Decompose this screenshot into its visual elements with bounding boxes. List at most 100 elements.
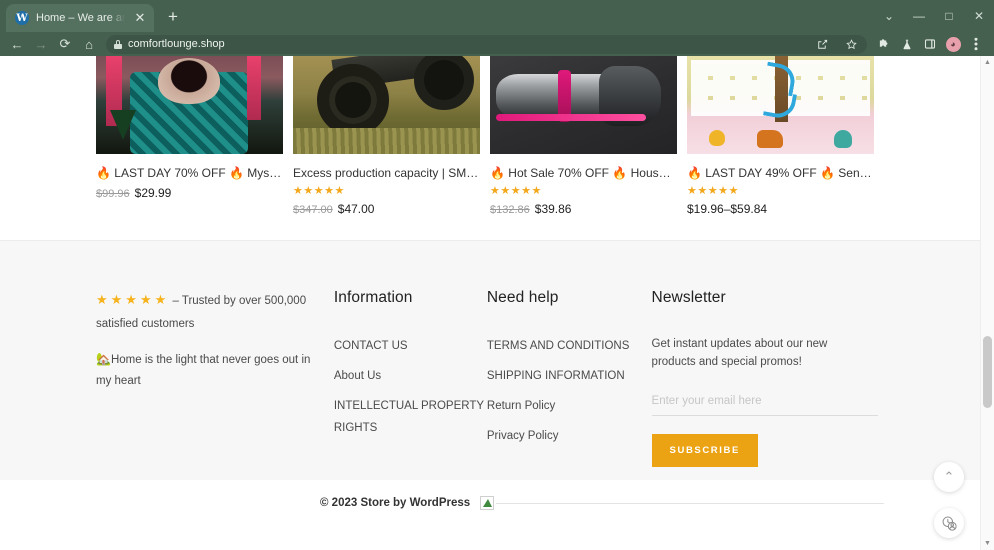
product-image[interactable] <box>96 56 283 154</box>
new-tab-button[interactable]: + <box>160 4 186 30</box>
product-title-text: Excess production capacity | SMAR… <box>293 166 480 180</box>
avatar[interactable]: ◕ <box>943 34 963 54</box>
product-title-text: Hot Sale 70% OFF 🔥 Household… <box>508 166 677 180</box>
recently-viewed-button[interactable] <box>934 508 964 538</box>
avatar-initial: ◕ <box>945 36 961 52</box>
product-card[interactable]: 🔥 Hot Sale 70% OFF 🔥 Household… ★★★★★ $1… <box>490 56 687 218</box>
price-sale: $47.00 <box>337 202 375 216</box>
price-range: $19.96–$59.84 <box>687 202 768 216</box>
share-icon[interactable] <box>812 34 832 54</box>
close-window-icon[interactable]: ✕ <box>964 0 994 32</box>
product-price: $19.96–$59.84 <box>687 202 874 217</box>
newsletter-description: Get instant updates about our new produc… <box>651 338 828 368</box>
forward-icon[interactable]: → <box>30 33 52 55</box>
wordpress-icon: W <box>15 11 29 25</box>
scrollbar-thumb[interactable] <box>983 336 992 408</box>
recently-viewed-icon <box>942 516 957 531</box>
house-icon: 🏡 <box>96 352 111 366</box>
flame-icon: 🔥 <box>96 166 111 180</box>
close-icon[interactable]: ✕ <box>132 10 148 26</box>
three-dot-menu-icon[interactable] <box>966 34 986 54</box>
address-bar[interactable]: comfortlounge.shop <box>106 34 867 54</box>
extensions-puzzle-icon[interactable] <box>874 34 894 54</box>
product-title[interactable]: 🔥 Hot Sale 70% OFF 🔥 Household… <box>490 166 677 181</box>
rating-stars: ★★★★★ <box>687 185 739 197</box>
footer-link-privacy-policy[interactable]: Privacy Policy <box>487 425 640 447</box>
flame-icon: 🔥 <box>490 166 505 180</box>
price-sale: $29.99 <box>134 186 172 200</box>
footer-link-return-policy[interactable]: Return Policy <box>487 395 640 417</box>
chevron-up-icon: ⌃ <box>943 469 955 484</box>
back-icon[interactable]: ← <box>6 33 28 55</box>
price-original: $132.86 <box>490 204 530 216</box>
product-price: $132.86 $39.86 <box>490 202 677 218</box>
window-controls: ⌄ — □ ✕ <box>874 0 994 32</box>
browser-window: W Home – We are an online retail ✕ + ⌄ —… <box>0 0 994 550</box>
product-title-text: LAST DAY 70% OFF 🔥 Mystery … <box>114 166 283 180</box>
browser-tab[interactable]: W Home – We are an online retail ✕ <box>6 4 154 32</box>
scroll-to-top-button[interactable]: ⌃ <box>934 462 964 492</box>
footer-link-intellectual-property-2[interactable]: RIGHTS <box>334 417 487 439</box>
newsletter-heading: Newsletter <box>651 289 726 306</box>
footer-link-intellectual-property[interactable]: INTELLECTUAL PROPERTY <box>334 395 487 417</box>
product-image[interactable] <box>687 56 874 154</box>
subscribe-button[interactable]: SUBSCRIBE <box>651 434 758 467</box>
page-viewport: 🔥 LAST DAY 70% OFF 🔥 Mystery … $99.96 $29… <box>0 56 994 550</box>
browser-toolbar: ← → ⟳ ⌂ comfortlounge.shop ◕ <box>0 32 994 56</box>
price-sale: $39.86 <box>534 202 572 216</box>
rating-stars: ★★★★★ <box>490 185 542 197</box>
product-title[interactable]: 🔥 LAST DAY 70% OFF 🔥 Mystery … <box>96 166 283 181</box>
star-icon[interactable] <box>841 34 861 54</box>
product-image[interactable] <box>490 56 677 154</box>
page-scrollbar[interactable]: ▲ ▼ <box>980 56 994 550</box>
rating-stars: ★★★★★ <box>293 185 345 197</box>
brand-tagline: 🏡Home is the light that never goes out i… <box>96 349 316 392</box>
minimize-icon[interactable]: — <box>904 0 934 32</box>
trust-line: ★★★★★ – Trusted by over 500,000 <box>96 289 316 312</box>
brand-tagline-text: Home is the light that never goes out in… <box>96 354 311 387</box>
footer-need-help-column: Need help TERMS AND CONDITIONS SHIPPING … <box>487 289 640 467</box>
flame-icon: 🔥 <box>687 166 702 180</box>
footer-link-terms[interactable]: TERMS AND CONDITIONS <box>487 335 640 357</box>
product-title[interactable]: 🔥 LAST DAY 49% OFF 🔥 Sensory … <box>687 166 874 181</box>
beaker-icon[interactable] <box>897 34 917 54</box>
product-image[interactable] <box>293 56 480 154</box>
product-price: $347.00 $47.00 <box>293 202 480 218</box>
site-footer: ★★★★★ – Trusted by over 500,000 satisfie… <box>0 240 980 480</box>
trust-text: – Trusted by over 500,000 <box>169 295 307 307</box>
product-price: $99.96 $29.99 <box>96 186 283 202</box>
scrollbar-down-arrow[interactable]: ▼ <box>981 537 994 550</box>
broken-image-icon <box>480 496 495 510</box>
need-help-heading: Need help <box>486 289 559 306</box>
side-panel-icon[interactable] <box>920 34 940 54</box>
footer-link-contact-us[interactable]: CONTACT US <box>334 335 487 357</box>
information-heading: Information <box>333 289 413 306</box>
reload-icon[interactable]: ⟳ <box>54 33 76 55</box>
home-icon[interactable]: ⌂ <box>78 33 100 55</box>
toolbar-icon-group: ◕ <box>874 34 988 54</box>
product-title[interactable]: Excess production capacity | SMAR… <box>293 166 480 181</box>
product-title-text: LAST DAY 49% OFF 🔥 Sensory … <box>705 166 874 180</box>
email-field[interactable] <box>651 389 878 416</box>
scrollbar-up-arrow[interactable]: ▲ <box>981 56 994 69</box>
divider <box>496 502 884 504</box>
lock-icon <box>114 39 122 49</box>
copyright-text: © 2023 Store by WordPress <box>320 497 471 509</box>
product-card[interactable]: Excess production capacity | SMAR… ★★★★★… <box>293 56 490 218</box>
footer-link-shipping[interactable]: SHIPPING INFORMATION <box>487 365 640 387</box>
maximize-icon[interactable]: □ <box>934 0 964 32</box>
product-card[interactable]: 🔥 LAST DAY 49% OFF 🔥 Sensory … ★★★★★ $19… <box>687 56 884 218</box>
footer-information-column: Information CONTACT US About Us INTELLEC… <box>334 289 487 467</box>
price-original: $99.96 <box>96 188 130 200</box>
footer-newsletter-column: Newsletter Get instant updates about our… <box>651 289 884 467</box>
price-original: $347.00 <box>293 204 333 216</box>
tab-title: Home – We are an online retail <box>36 12 125 24</box>
product-card[interactable]: 🔥 LAST DAY 70% OFF 🔥 Mystery … $99.96 $29… <box>96 56 293 218</box>
footer-link-about-us[interactable]: About Us <box>334 365 487 387</box>
chevron-down-icon[interactable]: ⌄ <box>874 0 904 32</box>
product-grid: 🔥 LAST DAY 70% OFF 🔥 Mystery … $99.96 $29… <box>0 56 980 240</box>
footer-bottom-bar: © 2023 Store by WordPress <box>0 480 980 510</box>
url-text: comfortlounge.shop <box>128 38 225 50</box>
tab-strip: W Home – We are an online retail ✕ + ⌄ —… <box>0 0 994 32</box>
page-content: 🔥 LAST DAY 70% OFF 🔥 Mystery … $99.96 $29… <box>0 56 980 510</box>
